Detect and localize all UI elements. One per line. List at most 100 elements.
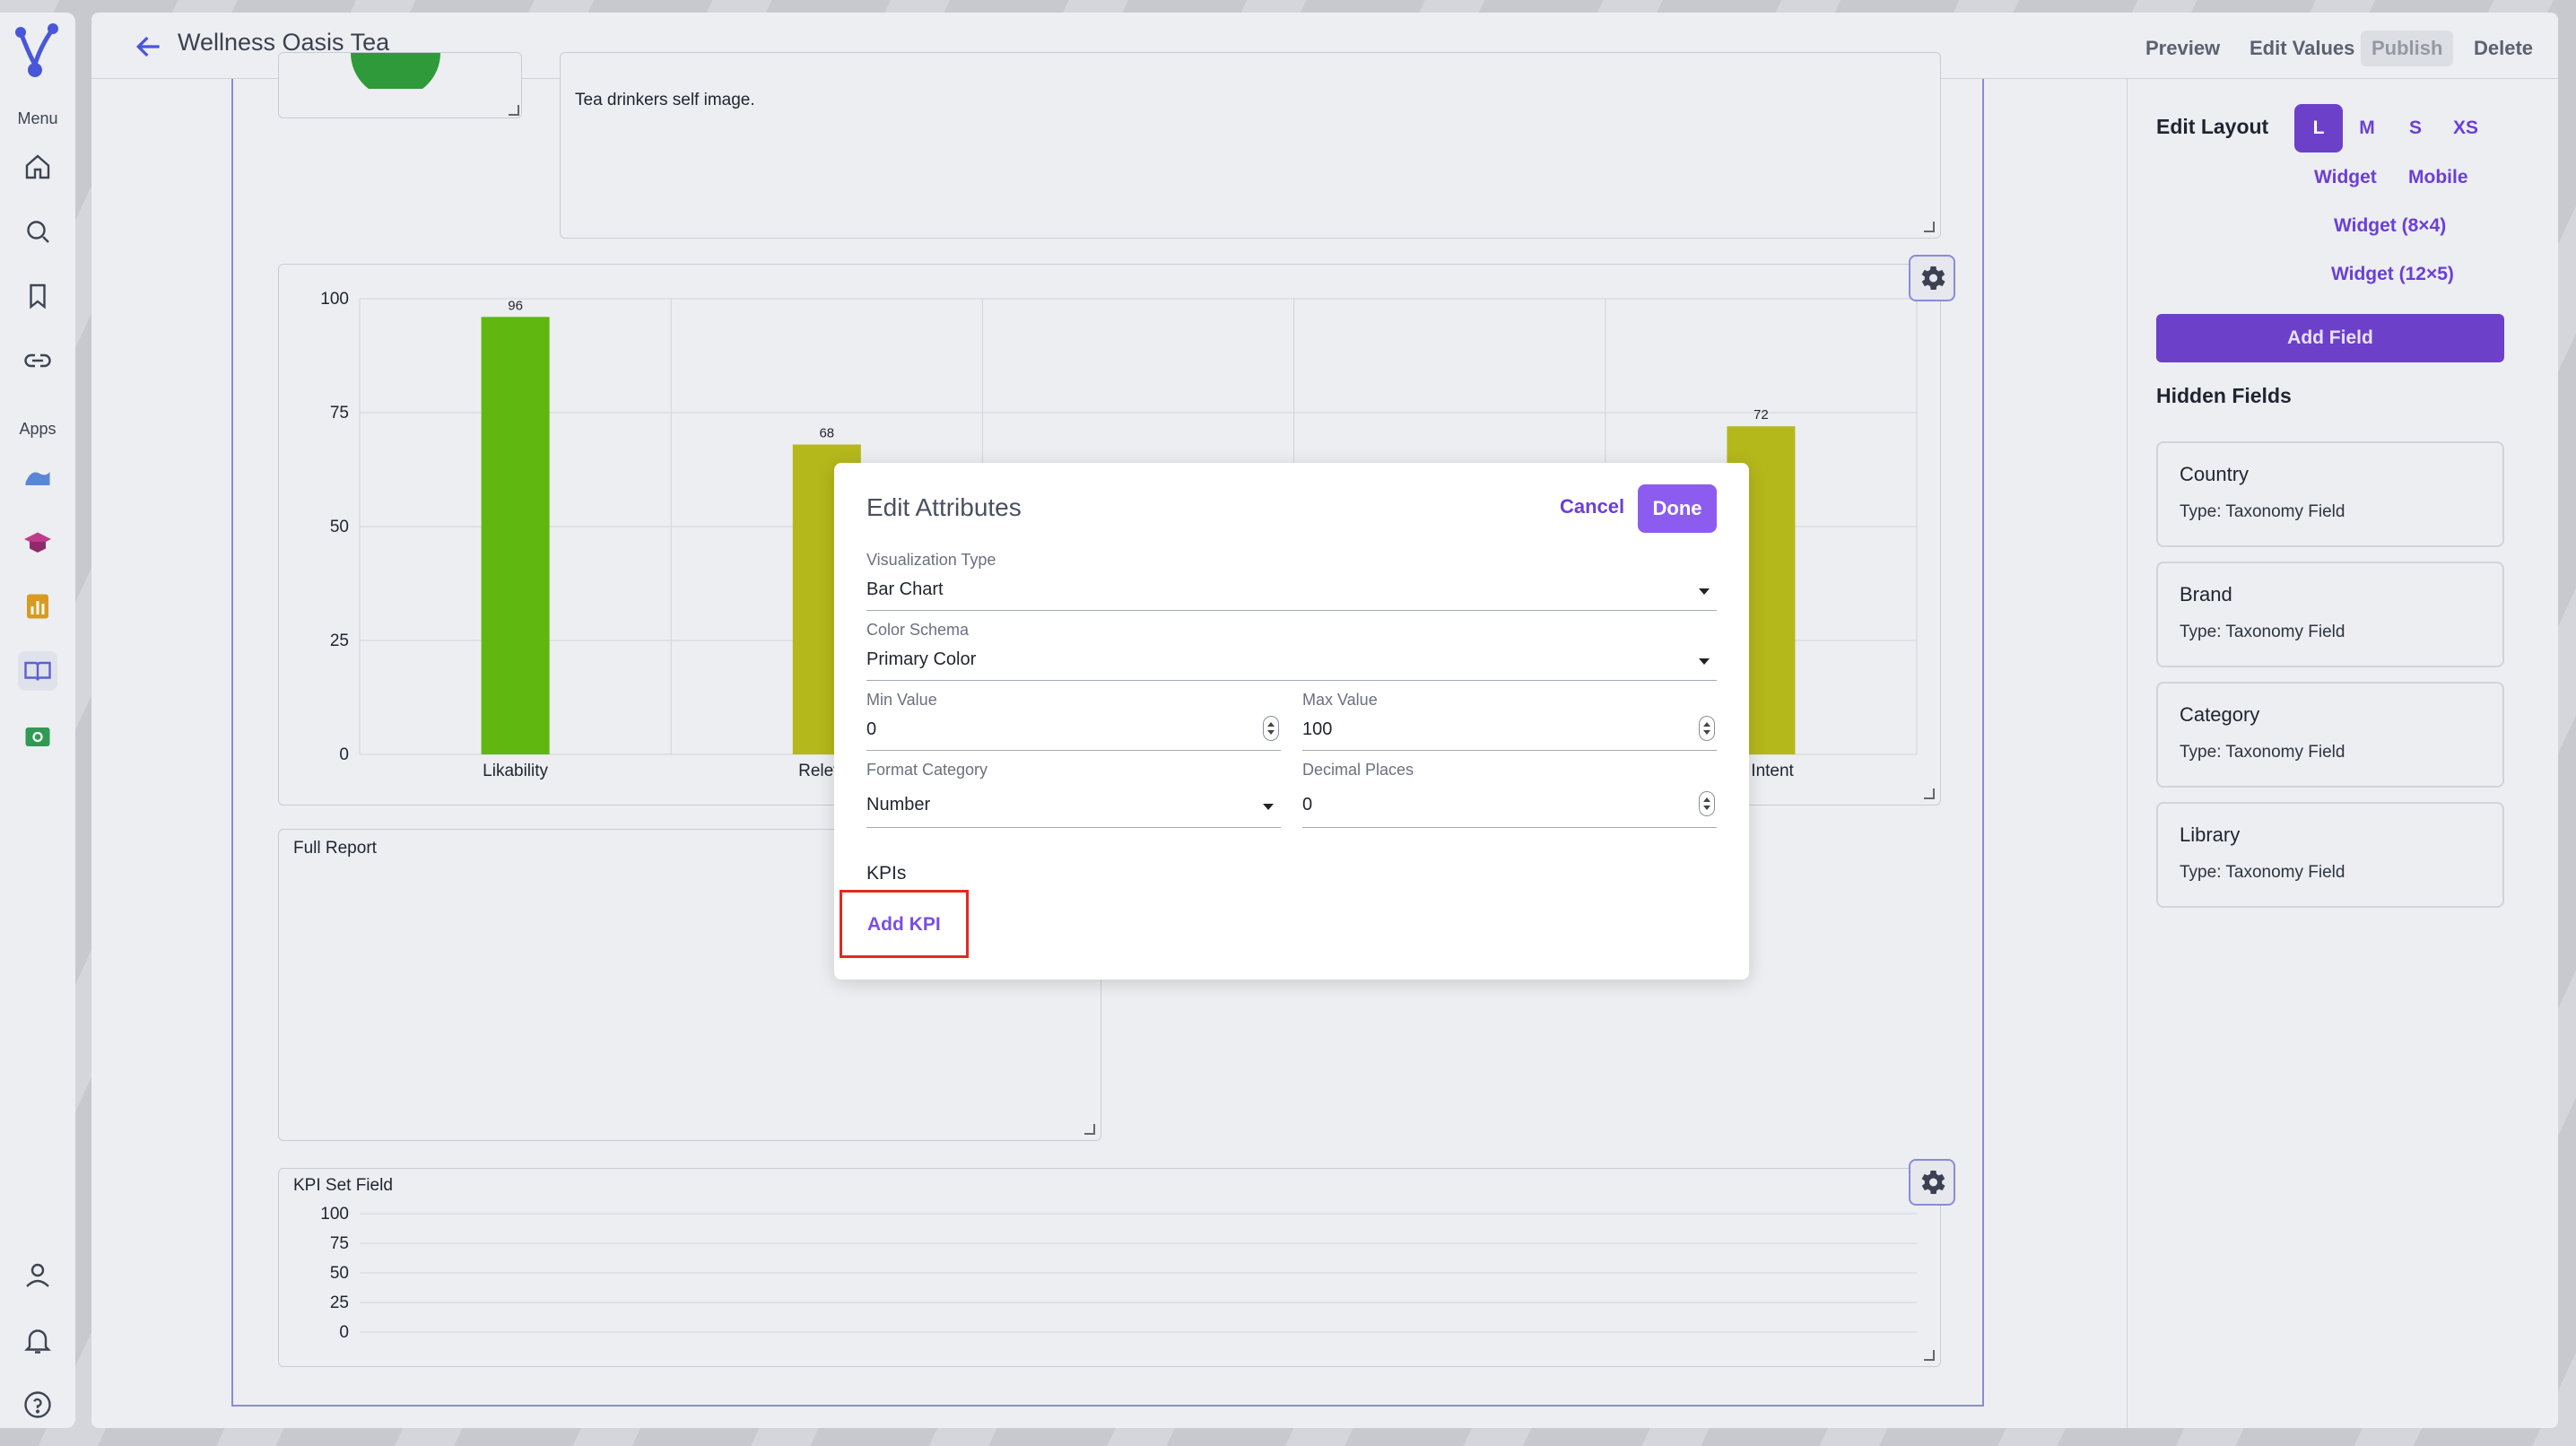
bookmark-icon[interactable] [18,276,57,316]
size-xs-button[interactable]: XS [2441,104,2490,152]
bar [481,317,550,754]
folder-search-app-icon[interactable] [18,716,57,755]
x-tick-label: Likability [483,762,548,780]
full-report-label: Full Report [293,839,377,858]
bar-chart-settings-button[interactable] [1909,255,1955,301]
size-m-button[interactable]: M [2343,104,2391,152]
y-tick-label: 50 [330,518,349,536]
dropdown-caret-icon[interactable] [1699,588,1710,595]
dropdown-caret-icon[interactable] [1699,658,1710,665]
field-type: Type: Taxonomy Field [2180,743,2345,762]
field-name: Brand [2180,583,2232,605]
widget-8x4-option[interactable]: Widget (8×4) [2334,215,2446,237]
layout-sidebar: Edit Layout L M S XS Widget Mobile Widge… [2127,79,2558,1428]
size-l-button[interactable]: L [2294,104,2343,152]
decimal-places-input[interactable]: 0 [1302,795,1312,815]
size-s-button[interactable]: S [2391,104,2440,152]
resize-handle[interactable] [1924,788,1935,799]
wave-app-icon[interactable] [18,457,57,497]
color-schema-select[interactable]: Primary Color [866,649,976,670]
field-name: Library [2180,823,2241,846]
preview-button[interactable]: Preview [2135,30,2231,66]
resize-handle[interactable] [1924,222,1935,232]
number-spinner[interactable] [1263,716,1279,741]
hidden-fields-title: Hidden Fields [2156,384,2292,407]
field-underline [866,610,1717,611]
dropdown-caret-icon[interactable] [1263,804,1274,810]
link-icon[interactable] [18,341,57,380]
add-kpi-highlight: Add KPI [840,890,969,958]
search-icon[interactable] [18,212,57,251]
hidden-field-card[interactable]: Country Type: Taxonomy Field [2156,441,2504,547]
gear-icon [1921,1170,1945,1195]
field-name: Category [2180,703,2260,726]
done-button[interactable]: Done [1638,484,1717,533]
app-logo-icon[interactable] [8,20,65,84]
text-panel[interactable]: Tea drinkers self image. [560,52,1941,239]
min-value-label: Min Value [866,691,937,709]
y-tick-label: 100 [320,1205,349,1224]
bar-value-label: 72 [1754,407,1769,422]
left-nav-rail: Menu Apps [0,13,75,1428]
color-schema-label: Color Schema [866,621,970,639]
field-underline [866,750,1281,751]
bar-value-label: 68 [819,426,834,441]
widget-12x5-option[interactable]: Widget (12×5) [2331,264,2454,285]
graduation-app-icon[interactable] [18,522,57,562]
back-arrow-icon[interactable] [131,29,167,65]
y-tick-label: 50 [330,1264,349,1283]
field-underline [1302,750,1717,751]
delete-button[interactable]: Delete [2463,30,2544,66]
hidden-field-card[interactable]: Library Type: Taxonomy Field [2156,802,2504,908]
widget-option[interactable]: Widget [2314,167,2377,188]
field-type: Type: Taxonomy Field [2180,863,2345,882]
hidden-field-card[interactable]: Category Type: Taxonomy Field [2156,682,2504,788]
kpi-set-panel[interactable]: KPI Set Field 100 75 50 25 0 [278,1168,1941,1367]
field-type: Type: Taxonomy Field [2180,623,2345,641]
edit-attributes-dialog: Edit Attributes Cancel Done Visualizatio… [834,463,1749,980]
cancel-button[interactable]: Cancel [1560,495,1624,518]
field-name: Country [2180,463,2250,485]
user-icon[interactable] [18,1256,57,1295]
apps-label: Apps [19,420,57,438]
dialog-title: Edit Attributes [866,493,1022,521]
field-underline [866,827,1281,828]
mobile-option[interactable]: Mobile [2408,167,2468,188]
max-value-input[interactable]: 100 [1302,719,1332,740]
y-tick-label: 100 [320,290,349,309]
format-category-select[interactable]: Number [866,795,930,815]
gear-icon [1921,266,1945,291]
chart-app-icon[interactable] [18,587,57,626]
book-app-icon[interactable] [18,651,57,691]
hidden-field-card[interactable]: Brand Type: Taxonomy Field [2156,562,2504,667]
publish-button[interactable]: Publish [2361,30,2454,66]
resize-handle[interactable] [509,105,519,116]
kpi-chart: 100 75 50 25 0 [320,1205,1917,1342]
visualization-type-select[interactable]: Bar Chart [866,579,944,600]
text-panel-value: Tea drinkers self image. [575,91,755,109]
image-panel[interactable] [278,52,522,118]
bell-icon[interactable] [18,1320,57,1360]
add-field-button[interactable]: Add Field [2156,314,2504,362]
y-tick-label: 75 [330,1234,349,1253]
min-value-input[interactable]: 0 [866,719,876,740]
resize-handle[interactable] [1924,1350,1935,1361]
add-kpi-button[interactable]: Add KPI [867,914,941,936]
number-spinner[interactable] [1699,716,1715,741]
resize-handle[interactable] [1084,1124,1095,1135]
y-tick-label: 0 [339,745,349,764]
kpis-label: KPIs [866,863,907,884]
help-icon[interactable] [18,1385,57,1424]
max-value-label: Max Value [1302,691,1378,709]
y-tick-label: 0 [339,1323,349,1342]
home-icon[interactable] [18,147,57,187]
format-category-label: Format Category [866,761,988,779]
y-tick-label: 25 [330,1294,349,1312]
number-spinner[interactable] [1699,791,1715,816]
y-tick-label: 75 [330,404,349,422]
edit-layout-label: Edit Layout [2156,115,2269,138]
field-type: Type: Taxonomy Field [2180,502,2345,521]
kpi-set-settings-button[interactable] [1909,1159,1955,1206]
y-tick-label: 25 [330,632,349,650]
edit-values-button[interactable]: Edit Values [2239,30,2365,66]
